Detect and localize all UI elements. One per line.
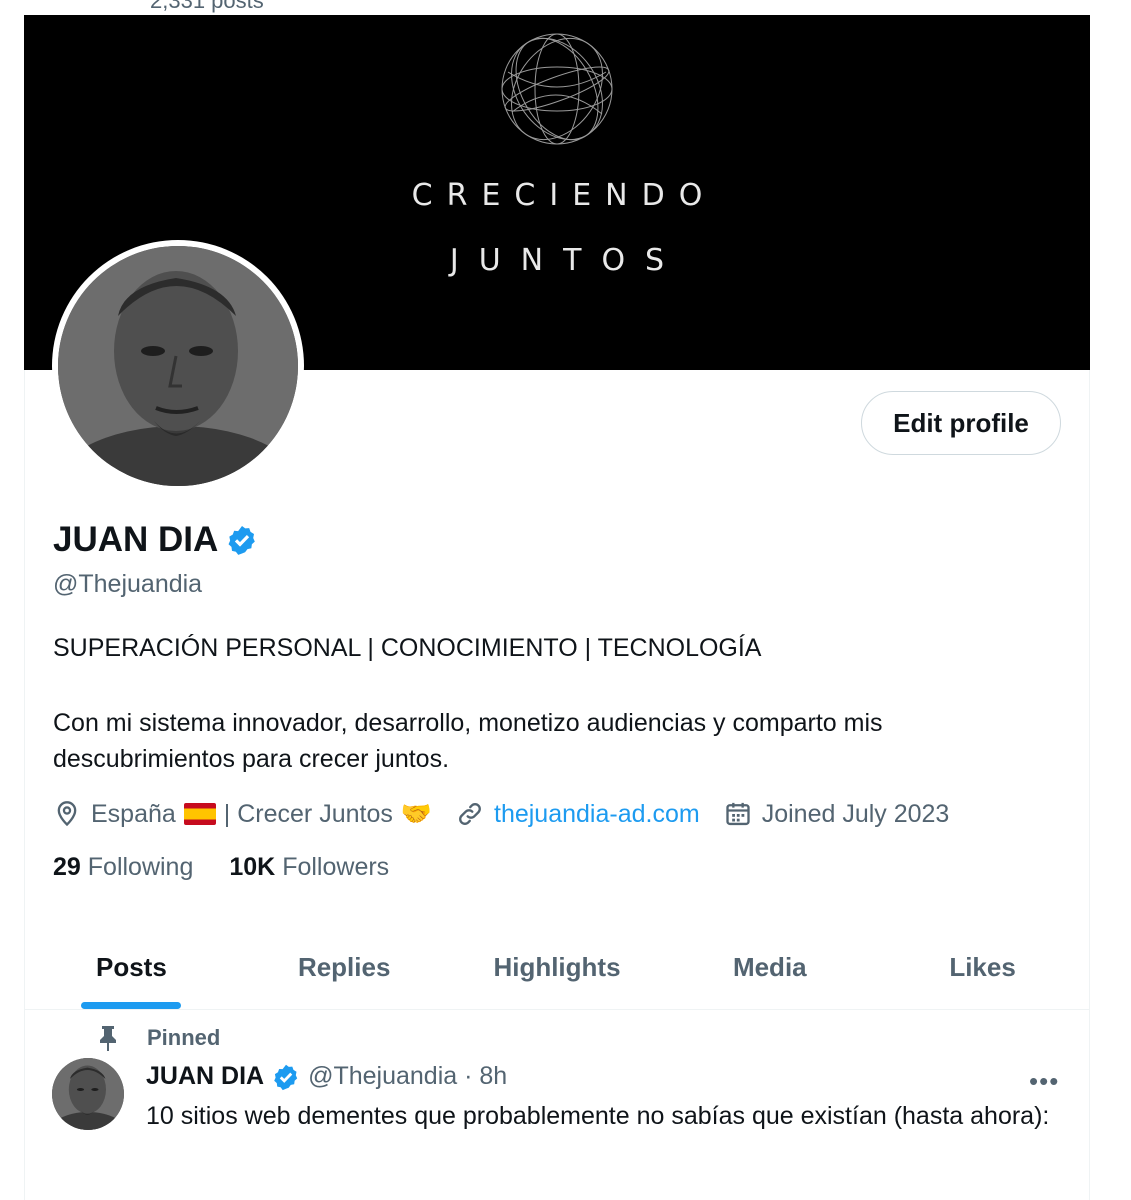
followers-link[interactable]: 10K Followers	[229, 853, 389, 882]
tab-replies[interactable]: Replies	[238, 925, 451, 1009]
post-avatar-illustration	[52, 1058, 124, 1130]
more-icon[interactable]: •••	[1029, 1066, 1059, 1097]
profile-name-row: JUAN DIA	[53, 520, 258, 560]
follow-stats: 29 Following 10K Followers	[53, 853, 389, 882]
tab-likes[interactable]: Likes	[876, 925, 1089, 1009]
link-icon	[459, 803, 481, 825]
profile-tabs: Posts Replies Highlights Media Likes	[25, 925, 1089, 1010]
avatar-photo	[58, 246, 298, 486]
post-author-name[interactable]: JUAN DIA	[146, 1062, 264, 1091]
following-link[interactable]: 29 Following	[53, 853, 193, 882]
verified-badge-icon[interactable]	[226, 524, 258, 556]
tab-highlights[interactable]: Highlights	[451, 925, 664, 1009]
following-count: 29	[53, 853, 81, 881]
location-text: España	[91, 799, 176, 828]
globe-logo-icon	[501, 33, 613, 145]
website-link[interactable]: thejuandia-ad.com	[494, 800, 700, 829]
handshake-icon: 🤝	[400, 799, 432, 828]
location-tagline: | Crecer Juntos	[223, 799, 393, 828]
joined-item: Joined July 2023	[724, 799, 950, 829]
spain-flag-icon	[183, 803, 216, 825]
verified-badge-icon[interactable]	[272, 1063, 300, 1091]
location-pin-icon	[57, 801, 77, 827]
profile-name: JUAN DIA	[53, 520, 219, 559]
banner-text-line1: CRECIENDO	[411, 178, 717, 213]
bio-headline: SUPERACIÓN PERSONAL | CONOCIMIENTO | TEC…	[53, 634, 762, 662]
location-item: España | Crecer Juntos 🤝	[53, 799, 432, 829]
post-header: JUAN DIA @Thejuandia · 8h	[146, 1062, 507, 1091]
following-label: Following	[87, 853, 194, 881]
pinned-label: Pinned	[147, 1025, 221, 1050]
posts-count: 2,331 posts	[150, 0, 264, 13]
post-handle-time[interactable]: @Thejuandia · 8h	[308, 1062, 507, 1091]
profile-meta: España | Crecer Juntos 🤝 thejuandia-ad.c…	[53, 797, 973, 831]
followers-count: 10K	[229, 853, 276, 881]
tab-posts[interactable]: Posts	[25, 925, 238, 1009]
profile-handle: @Thejuandia	[53, 570, 203, 598]
website-item[interactable]: thejuandia-ad.com	[456, 800, 700, 829]
profile-avatar[interactable]	[52, 240, 304, 492]
tab-media[interactable]: Media	[663, 925, 876, 1009]
edit-profile-button[interactable]: Edit profile	[861, 391, 1061, 455]
pin-icon	[100, 1026, 116, 1051]
pinned-indicator: Pinned	[97, 1025, 220, 1051]
joined-date: Joined July 2023	[761, 799, 950, 828]
portrait-illustration	[58, 246, 298, 486]
bio-description: Con mi sistema innovador, desarrollo, mo…	[53, 709, 883, 773]
post-author-avatar[interactable]	[52, 1058, 124, 1130]
followers-label: Followers	[282, 853, 390, 881]
calendar-icon	[726, 802, 750, 826]
post-text: 10 sitios web dementes que probablemente…	[146, 1102, 1050, 1130]
